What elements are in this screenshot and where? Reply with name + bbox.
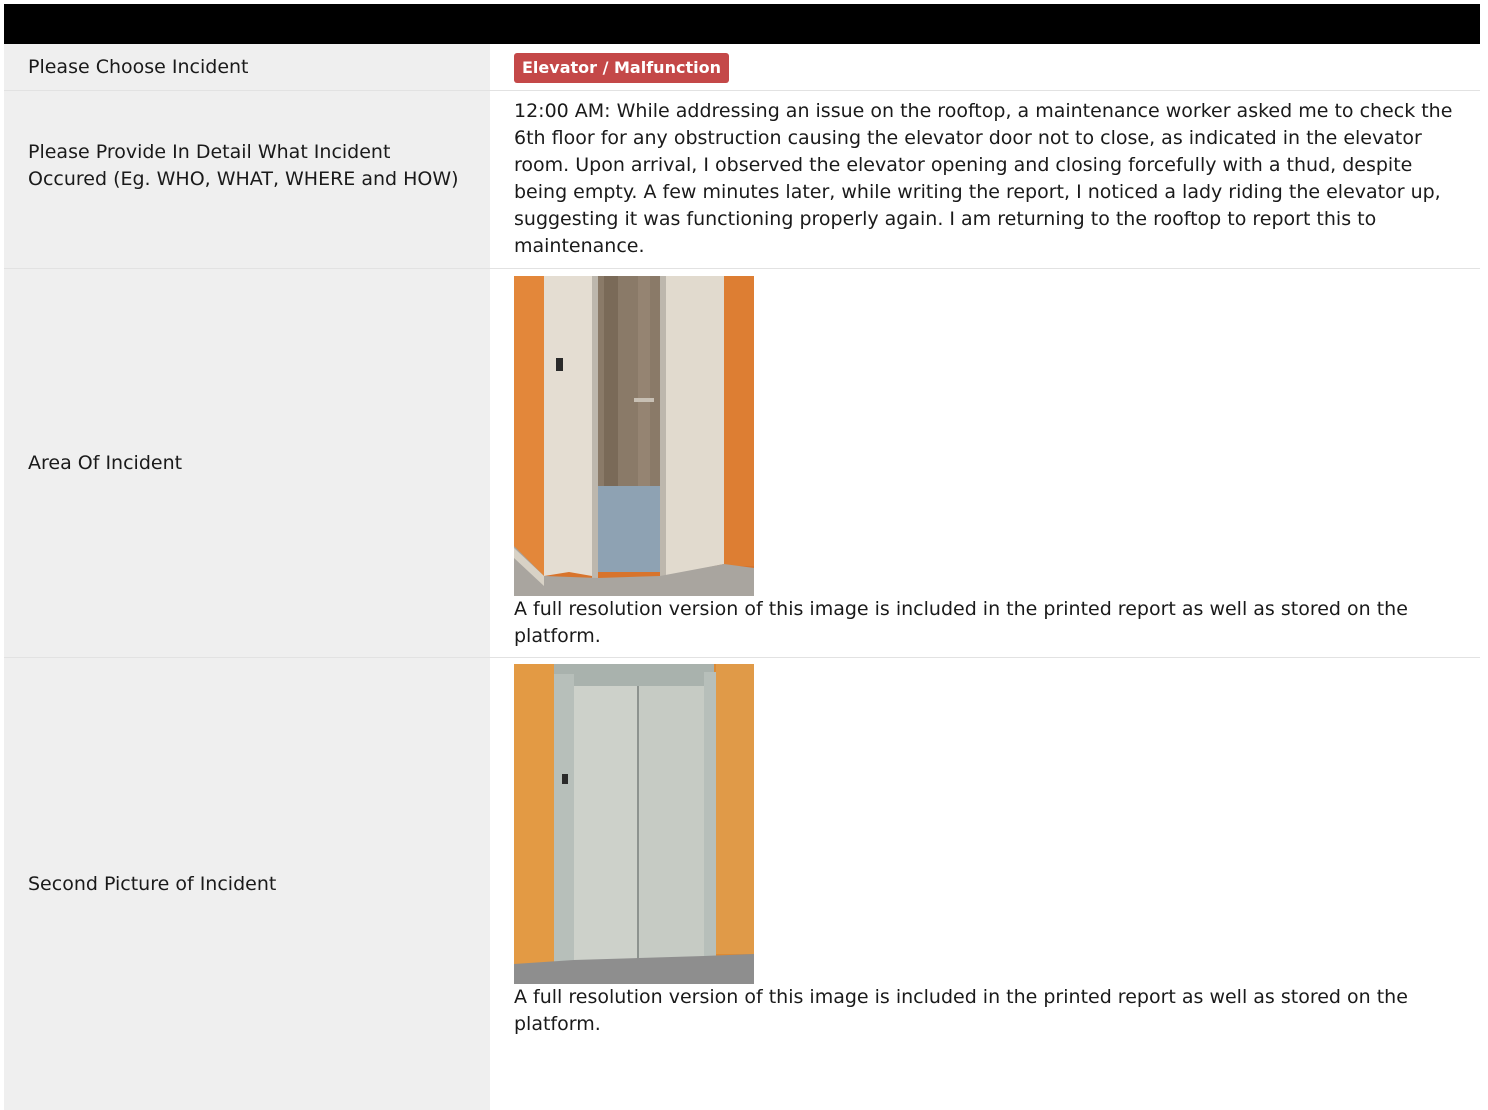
second-picture-value: A full resolution version of this image … xyxy=(514,664,1460,1038)
second-picture-caption: A full resolution version of this image … xyxy=(514,986,1408,1035)
row-second-picture: Second Picture of Incident A full resolu… xyxy=(4,658,1480,1110)
report-table: Please Choose Incident Elevator / Malfun… xyxy=(4,44,1480,1110)
elevator-door-open-photo[interactable] xyxy=(514,276,754,596)
area-of-incident-value: A full resolution version of this image … xyxy=(514,276,1460,650)
report-header-bar xyxy=(4,4,1480,44)
label-incident-type: Please Choose Incident xyxy=(28,56,249,78)
label-incident-detail: Please Provide In Detail What Incident O… xyxy=(28,141,459,190)
elevator-door-closed-photo[interactable] xyxy=(514,664,754,984)
row-incident-detail: Please Provide In Detail What Incident O… xyxy=(4,91,1480,269)
row-area-of-incident: Area Of Incident A full resolution versi… xyxy=(4,269,1480,658)
incident-detail-text: 12:00 AM: While addressing an issue on t… xyxy=(514,100,1453,257)
incident-type-badge: Elevator / Malfunction xyxy=(514,53,729,83)
row-incident-type: Please Choose Incident Elevator / Malfun… xyxy=(4,44,1480,91)
label-area-of-incident: Area Of Incident xyxy=(28,452,183,474)
report-frame: Please Choose Incident Elevator / Malfun… xyxy=(4,4,1480,1110)
area-of-incident-caption: A full resolution version of this image … xyxy=(514,598,1408,647)
label-second-picture: Second Picture of Incident xyxy=(28,873,277,895)
value-incident-type: Elevator / Malfunction xyxy=(514,53,1460,83)
